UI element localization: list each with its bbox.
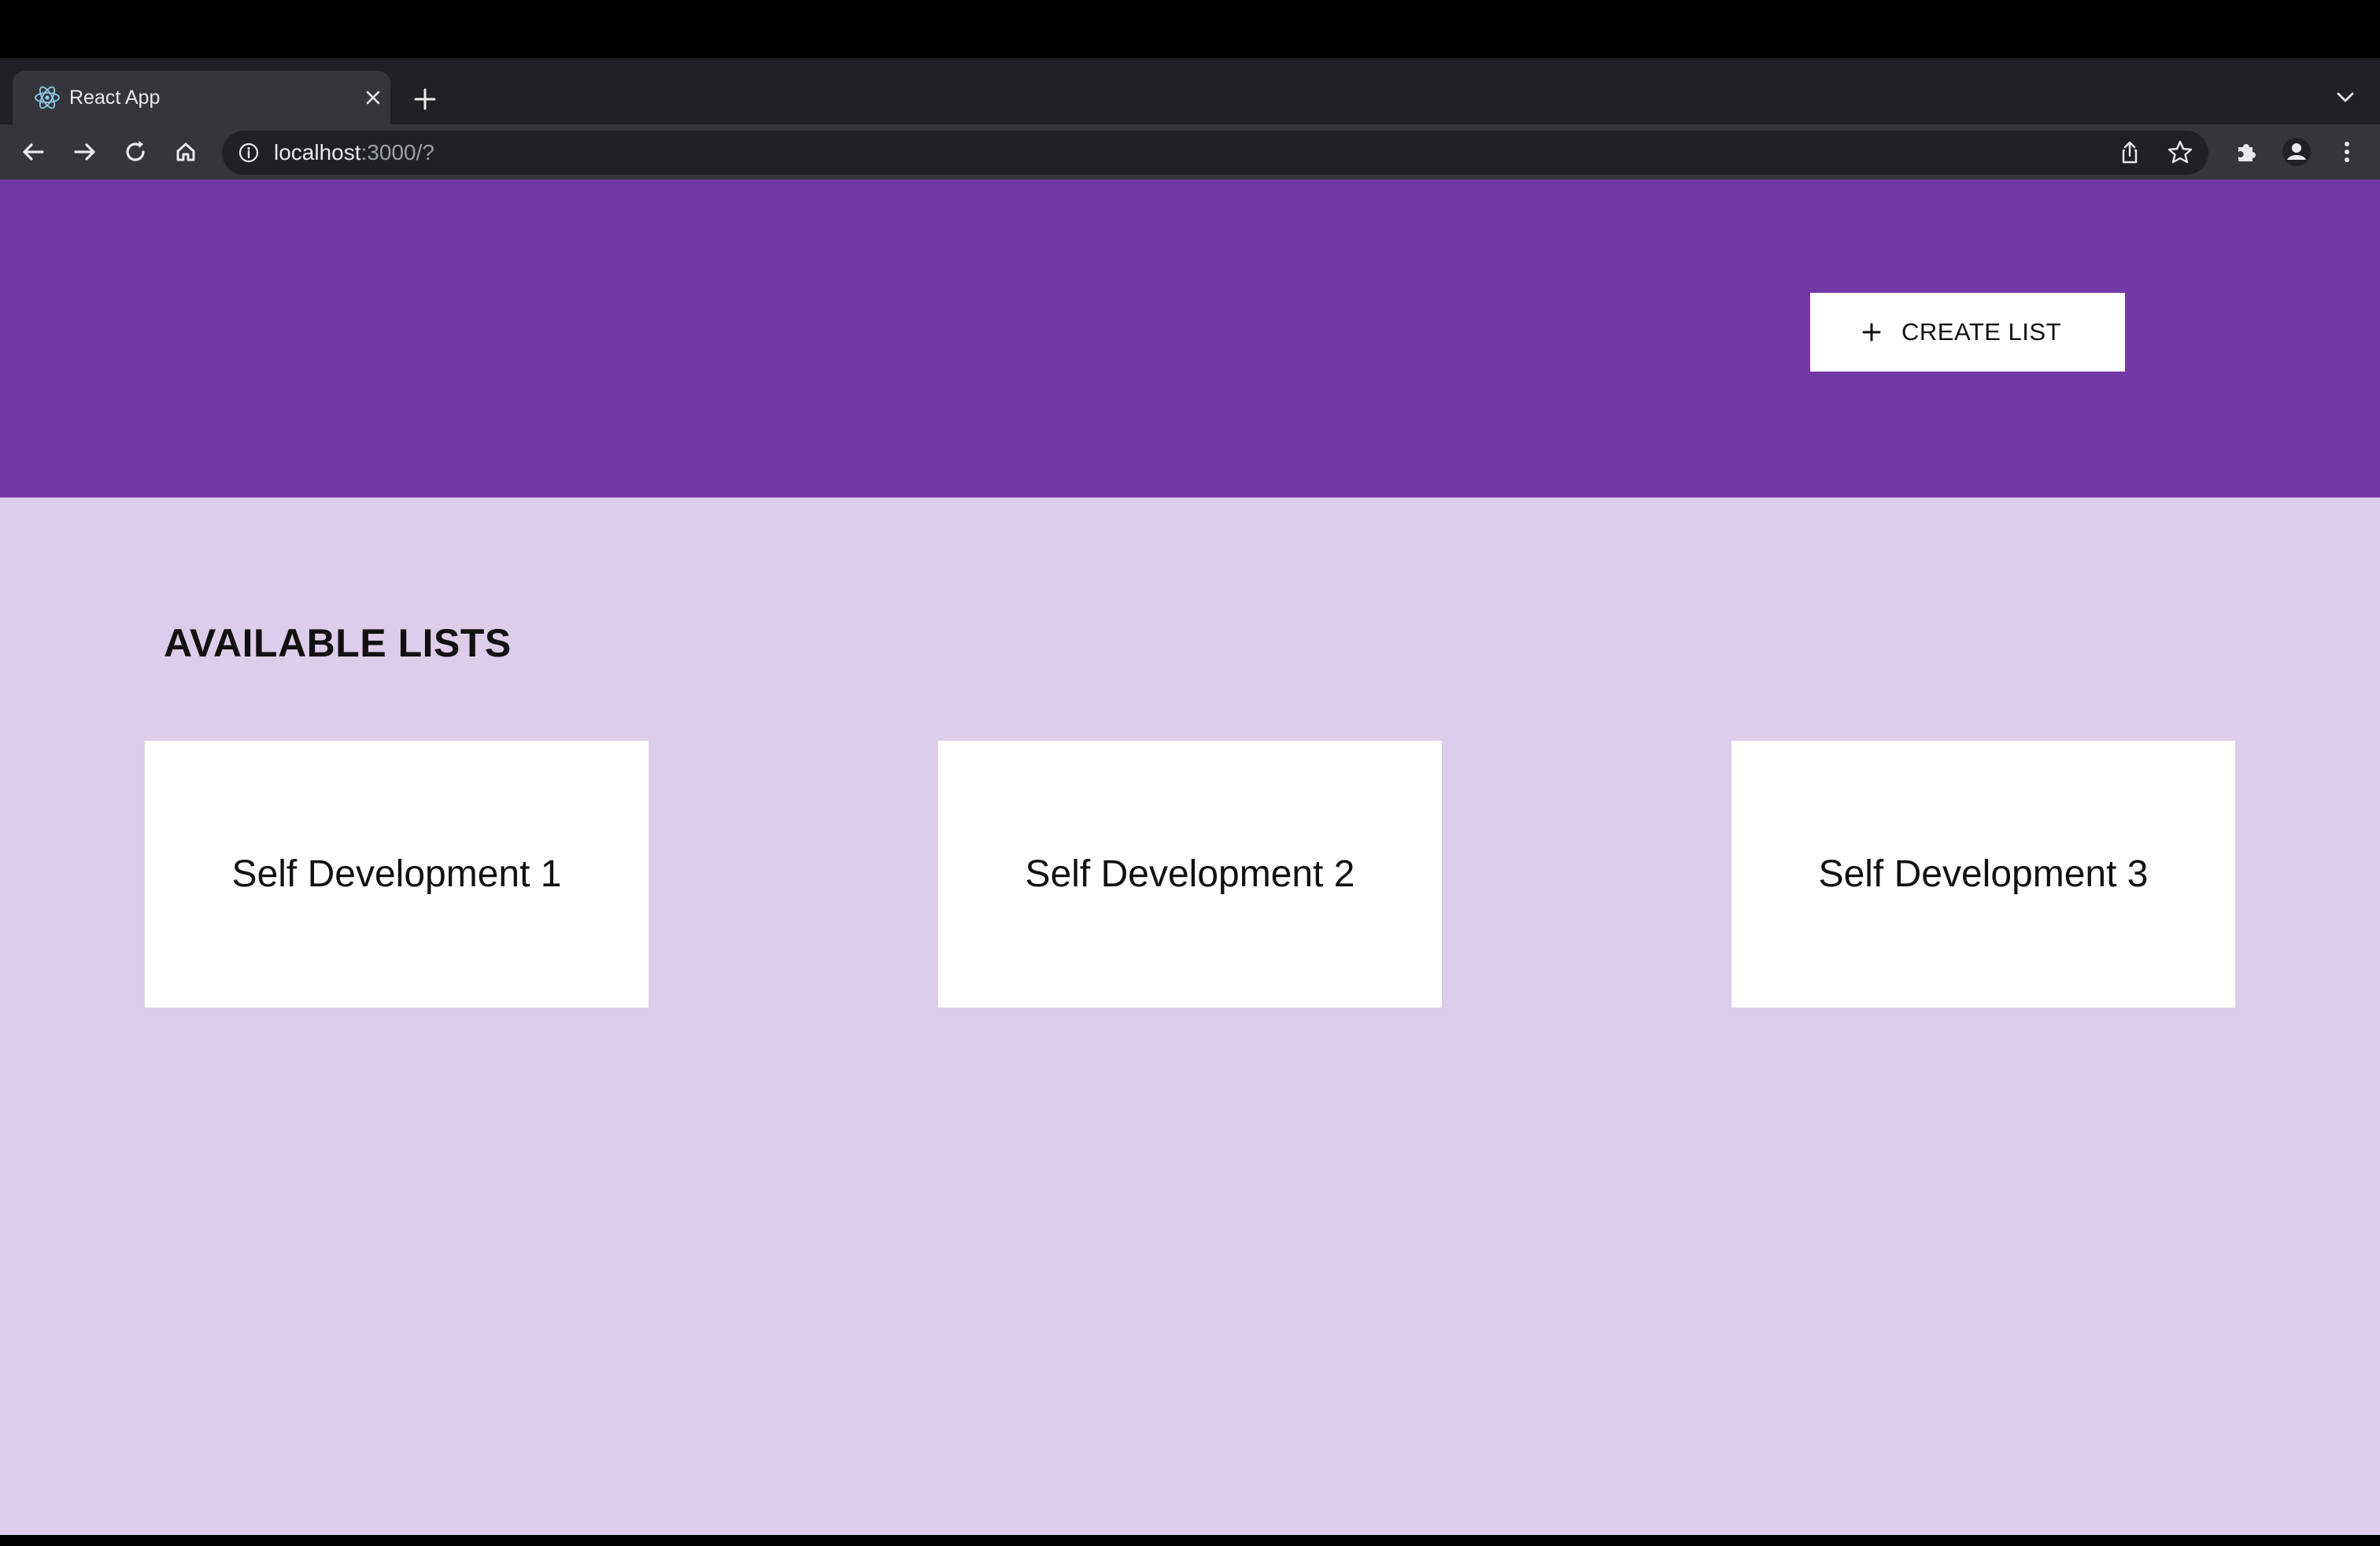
list-card-label: Self Development 3 (1818, 853, 2149, 895)
tab-strip: React App (0, 58, 2380, 124)
list-card[interactable]: Self Development 2 (938, 741, 1442, 1008)
section-title: AVAILABLE LISTS (164, 621, 512, 665)
avatar-icon[interactable] (2279, 135, 2314, 169)
top-system-bar (0, 0, 2380, 58)
url-text[interactable]: localhost:3000/? (274, 131, 434, 175)
info-icon[interactable] (238, 142, 260, 164)
kebab-menu-icon[interactable] (2330, 135, 2364, 169)
list-card-label: Self Development 1 (231, 853, 562, 895)
tab-title: React App (69, 87, 161, 109)
react-logo-icon (33, 83, 61, 112)
arrow-left-icon[interactable] (16, 135, 50, 169)
puzzle-icon[interactable] (2229, 135, 2264, 169)
share-icon[interactable] (2114, 137, 2145, 168)
chevron-down-icon[interactable] (2330, 82, 2361, 113)
list-card-label: Self Development 2 (1025, 853, 1355, 895)
list-card[interactable]: Self Development 3 (1731, 741, 2235, 1008)
new-tab-plus-icon[interactable] (409, 83, 441, 115)
url-path: :3000/? (360, 140, 434, 165)
plus-icon (1857, 318, 1886, 346)
create-list-label: CREATE LIST (1901, 318, 2062, 346)
list-card[interactable]: Self Development 1 (145, 741, 649, 1008)
url-host: localhost (274, 140, 361, 165)
home-icon[interactable] (168, 135, 203, 169)
star-icon[interactable] (2164, 137, 2196, 168)
tab-react-app[interactable]: React App (13, 71, 390, 124)
address-bar[interactable]: localhost:3000/? (222, 131, 2208, 175)
page-content: CREATE LIST AVAILABLE LISTS Self Develop… (0, 179, 2380, 1535)
arrow-right-icon[interactable] (68, 135, 102, 169)
browser-toolbar: localhost:3000/? (0, 124, 2380, 179)
bottom-edge (0, 1535, 2380, 1546)
create-list-button[interactable]: CREATE LIST (1810, 293, 2125, 372)
close-icon[interactable] (362, 87, 384, 109)
app-header: CREATE LIST (0, 179, 2380, 497)
reload-icon[interactable] (118, 135, 153, 169)
